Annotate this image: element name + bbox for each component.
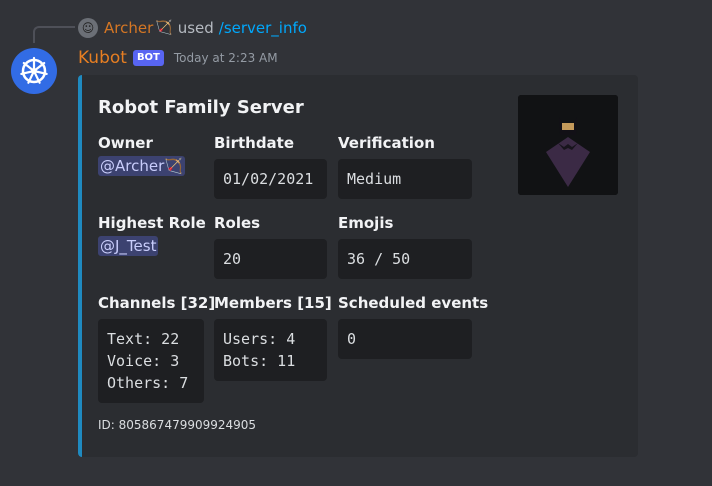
server-info-embed: Robot Family Server Owner @Archer🏹 Birth… <box>78 75 638 457</box>
scheduled-events-value: 0 <box>338 319 472 359</box>
embed-title: Robot Family Server <box>98 97 304 118</box>
field-members-name: Members [15] <box>214 294 332 312</box>
roles-value: 20 <box>214 239 327 279</box>
field-roles: Roles 20 <box>214 214 327 279</box>
field-channels-name: Channels [32] <box>98 294 216 312</box>
field-owner-name: Owner <box>98 134 153 152</box>
owner-mention-text: @Archer <box>100 157 165 175</box>
bow-and-arrow-icon: 🏹 <box>164 157 183 175</box>
channels-value: Text: 22 Voice: 3 Others: 7 <box>98 319 204 403</box>
kubernetes-wheel-icon <box>20 56 48 84</box>
message-timestamp[interactable]: Today at 2:23 AM <box>174 51 278 65</box>
field-emojis-name: Emojis <box>338 214 394 232</box>
field-verification-name: Verification <box>338 134 435 152</box>
message-header: Kubot BOT Today at 2:23 AM <box>78 45 278 71</box>
field-roles-name: Roles <box>214 214 261 232</box>
field-verification: Verification Medium <box>338 134 472 199</box>
embed-footer-id: ID: 805867479909924905 <box>98 418 257 432</box>
reply-avatar[interactable]: ☺ <box>78 18 98 38</box>
field-scheduled-events-name: Scheduled events <box>338 294 489 312</box>
owner-mention[interactable]: @Archer🏹 <box>98 156 185 176</box>
field-members: Members [15] Users: 4 Bots: 11 <box>214 294 332 381</box>
bot-tag: BOT <box>132 50 164 66</box>
field-scheduled-events: Scheduled events 0 <box>338 294 488 359</box>
field-channels: Channels [32] Text: 22 Voice: 3 Others: … <box>98 294 215 403</box>
reply-command-link[interactable]: /server_info <box>219 19 307 37</box>
highest-role-mention[interactable]: @J_Test <box>98 236 159 256</box>
field-owner: Owner @Archer🏹 <box>98 134 185 176</box>
batman-figure-icon <box>518 95 618 195</box>
reply-connector <box>33 26 75 43</box>
members-value: Users: 4 Bots: 11 <box>214 319 327 381</box>
emojis-value: 36 / 50 <box>338 239 472 279</box>
field-birthdate-name: Birthdate <box>214 134 295 152</box>
reply-used-text: used <box>177 19 214 37</box>
reply-context[interactable]: ☺ Archer 🏹 used /server_info <box>78 17 307 39</box>
birthdate-value: 01/02/2021 <box>214 159 327 199</box>
bow-and-arrow-icon: 🏹 <box>155 20 173 36</box>
verification-value: Medium <box>338 159 472 199</box>
field-emojis: Emojis 36 / 50 <box>338 214 472 279</box>
kubot-avatar[interactable] <box>11 48 57 94</box>
field-birthdate: Birthdate 01/02/2021 <box>214 134 327 199</box>
message-username[interactable]: Kubot <box>78 48 127 68</box>
field-highest-role-name: Highest Role <box>98 214 206 232</box>
embed-thumbnail[interactable] <box>518 95 618 195</box>
field-highest-role: Highest Role @J_Test <box>98 214 206 256</box>
reply-username[interactable]: Archer <box>104 19 153 37</box>
